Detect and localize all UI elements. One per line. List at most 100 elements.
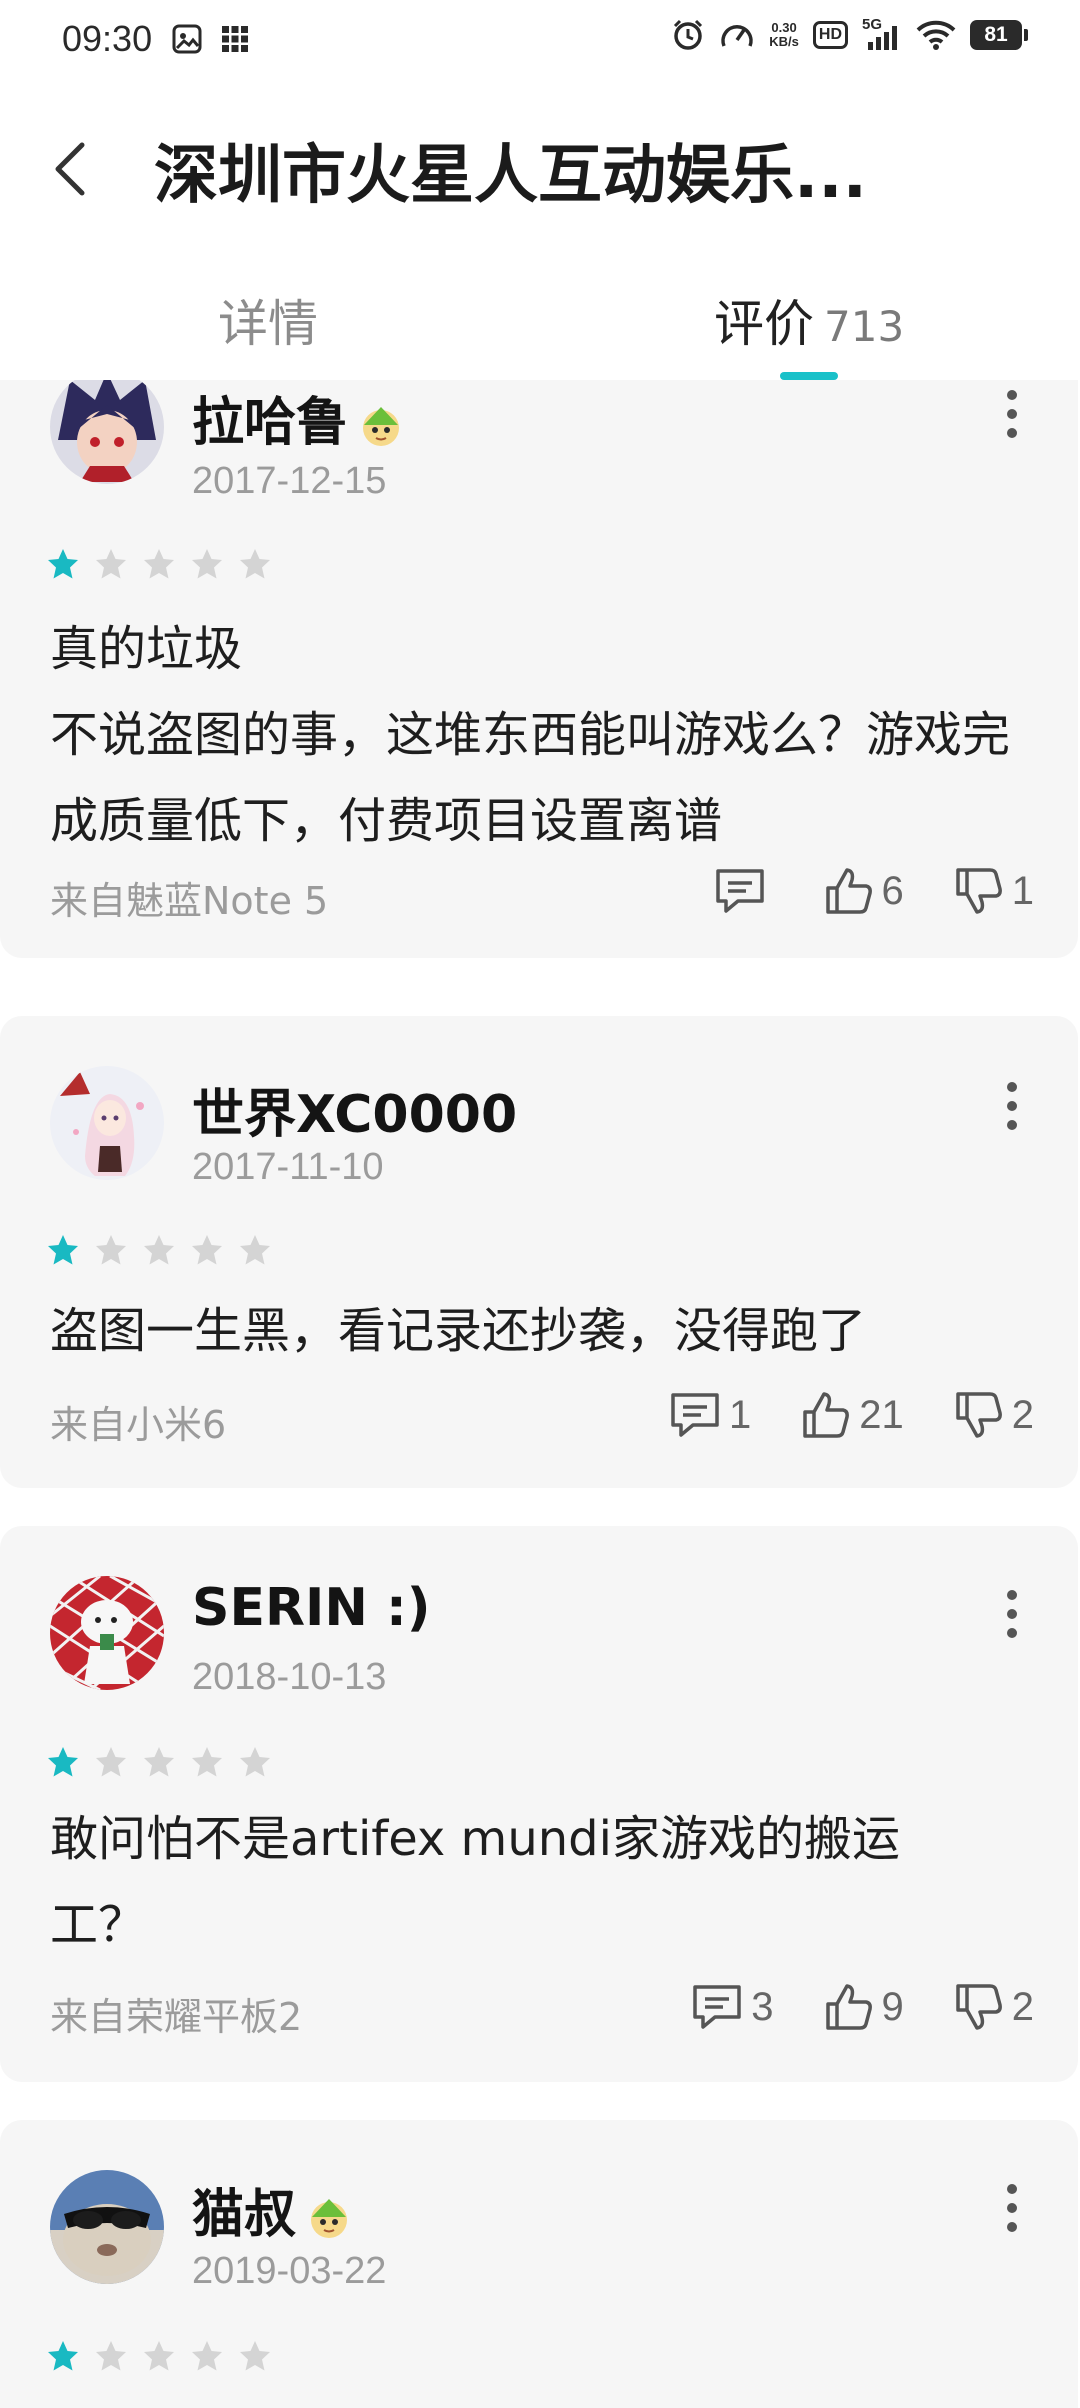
more-options-button[interactable] <box>1000 390 1024 450</box>
review-card: 猫叔 2019-03-22 <box>0 2120 1078 2408</box>
status-left-icons <box>172 24 250 54</box>
comment-count: 3 <box>751 1984 774 2029</box>
gallery-icon <box>172 24 202 54</box>
device-label: 来自荣耀平板2 <box>50 1995 303 2039</box>
status-right-icons: 0.30 KB/s HD 5G 81 <box>671 16 1028 52</box>
review-date: 2019-03-22 <box>192 2250 387 2292</box>
network-speed-unit: KB/s <box>769 34 799 49</box>
avatar-image <box>50 1066 164 1180</box>
avatar[interactable] <box>50 2170 164 2284</box>
star-filled-icon <box>48 1235 78 1265</box>
review-date: 2018-10-13 <box>192 1656 387 1698</box>
review-card: SERIN :) 2018-10-13 敢问怕不是artifex mundi家游… <box>0 1526 1078 2082</box>
review-list: 拉哈鲁 2017-12-15 真的垃圾 不说盗图的事，这堆东西能叫游戏么？游戏完… <box>0 380 1080 2408</box>
username[interactable]: 世界XC0000 <box>192 1072 517 1147</box>
review-text: 盗图一生黑，看记录还抄袭，没得跑了 <box>50 1303 867 1359</box>
comment-button[interactable] <box>714 867 774 915</box>
star-empty-icon <box>144 2341 174 2371</box>
username-text: SERIN :) <box>192 1578 431 1638</box>
thumbs-down-icon <box>956 1984 1002 2030</box>
star-empty-icon <box>192 549 222 579</box>
username[interactable]: 拉哈鲁 <box>192 380 404 455</box>
back-button[interactable] <box>44 134 94 204</box>
review-card: 拉哈鲁 2017-12-15 真的垃圾 不说盗图的事，这堆东西能叫游戏么？游戏完… <box>0 380 1078 958</box>
star-empty-icon <box>240 1235 270 1265</box>
review-card: 世界XC0000 2017-11-10 盗图一生黑，看记录还抄袭，没得跑了 来自… <box>0 1016 1078 1488</box>
username-text: 世界XC0000 <box>192 1085 518 1145</box>
review-actions: 1 21 2 <box>619 1390 1034 1440</box>
star-empty-icon <box>240 549 270 579</box>
dislike-button[interactable]: 1 <box>954 866 1034 916</box>
dislike-count: 2 <box>1011 1392 1034 1437</box>
thumbs-down-icon <box>956 1392 1002 1438</box>
reviews-count: 713 <box>824 302 905 351</box>
star-empty-icon <box>144 1747 174 1777</box>
like-button[interactable]: 9 <box>824 1982 904 2032</box>
star-empty-icon <box>96 1235 126 1265</box>
comment-icon <box>693 1985 741 2029</box>
star-empty-icon <box>192 1747 222 1777</box>
thumbs-up-icon <box>803 1392 850 1438</box>
comment-button[interactable]: 3 <box>691 1983 774 2031</box>
user-badge-icon <box>311 2199 348 2238</box>
thumbs-down-icon <box>956 868 1002 914</box>
wifi-icon <box>916 20 956 50</box>
tab-details[interactable]: 详情 <box>218 284 318 356</box>
comment-count: 1 <box>729 1392 752 1437</box>
title-bar: 深圳市火星人互动娱乐... <box>0 84 1080 254</box>
star-empty-icon <box>96 1747 126 1777</box>
username-text: 拉哈鲁 <box>192 393 349 453</box>
tab-reviews-label: 评价 <box>714 295 814 353</box>
user-badge-icon <box>363 407 400 446</box>
more-options-button[interactable] <box>1000 1590 1024 1650</box>
like-button[interactable]: 6 <box>824 866 904 916</box>
signal-icon <box>868 26 897 50</box>
comment-button[interactable]: 1 <box>669 1391 751 1439</box>
grid-apps-icon <box>222 26 248 52</box>
like-count: 6 <box>881 868 904 913</box>
tab-details-label: 详情 <box>218 295 318 353</box>
signal-indicator: 5G <box>862 16 902 52</box>
like-button[interactable]: 21 <box>801 1390 904 1440</box>
dislike-button[interactable]: 2 <box>954 1390 1034 1440</box>
network-speed-value: 0.30 <box>771 20 797 35</box>
avatar[interactable] <box>50 1576 164 1690</box>
active-tab-indicator <box>780 372 838 380</box>
review-actions: 3 9 2 <box>641 1982 1034 2032</box>
star-rating <box>46 547 272 581</box>
more-options-button[interactable] <box>1000 2184 1024 2244</box>
avatar[interactable] <box>50 1066 164 1180</box>
star-empty-icon <box>96 2341 126 2371</box>
star-rating <box>46 1745 272 1779</box>
username[interactable]: SERIN :) <box>192 1578 431 1638</box>
tab-bar: 详情 评价 713 <box>0 254 1080 382</box>
comment-icon <box>671 1393 719 1437</box>
review-text: 敢问怕不是artifex mundi家游戏的搬运工？ <box>50 1811 900 1953</box>
avatar[interactable] <box>50 380 164 484</box>
username[interactable]: 猫叔 <box>192 2172 352 2247</box>
battery-icon: 81 <box>970 20 1028 50</box>
alarm-icon <box>674 19 703 50</box>
star-filled-icon <box>48 549 78 579</box>
star-empty-icon <box>192 1235 222 1265</box>
star-empty-icon <box>240 2341 270 2371</box>
review-actions: 6 1 <box>664 866 1034 916</box>
star-filled-icon <box>48 1747 78 1777</box>
star-empty-icon <box>144 549 174 579</box>
status-time: 09:30 <box>62 18 153 59</box>
star-rating <box>46 1233 272 1267</box>
review-date: 2017-11-10 <box>192 1146 384 1188</box>
tab-reviews[interactable]: 评价 713 <box>714 284 904 356</box>
thumbs-up-icon <box>825 868 872 914</box>
star-rating <box>46 2339 272 2373</box>
device-label: 来自小米6 <box>50 1403 227 1447</box>
network-speed: 0.30 KB/s <box>769 21 799 49</box>
hd-badge: HD <box>812 21 848 49</box>
username-text: 猫叔 <box>192 2185 297 2245</box>
star-empty-icon <box>96 549 126 579</box>
more-options-button[interactable] <box>1000 1082 1024 1142</box>
like-count: 21 <box>859 1392 904 1437</box>
chevron-left-icon <box>55 142 85 196</box>
comment-icon <box>715 869 764 913</box>
dislike-button[interactable]: 2 <box>954 1982 1034 2032</box>
